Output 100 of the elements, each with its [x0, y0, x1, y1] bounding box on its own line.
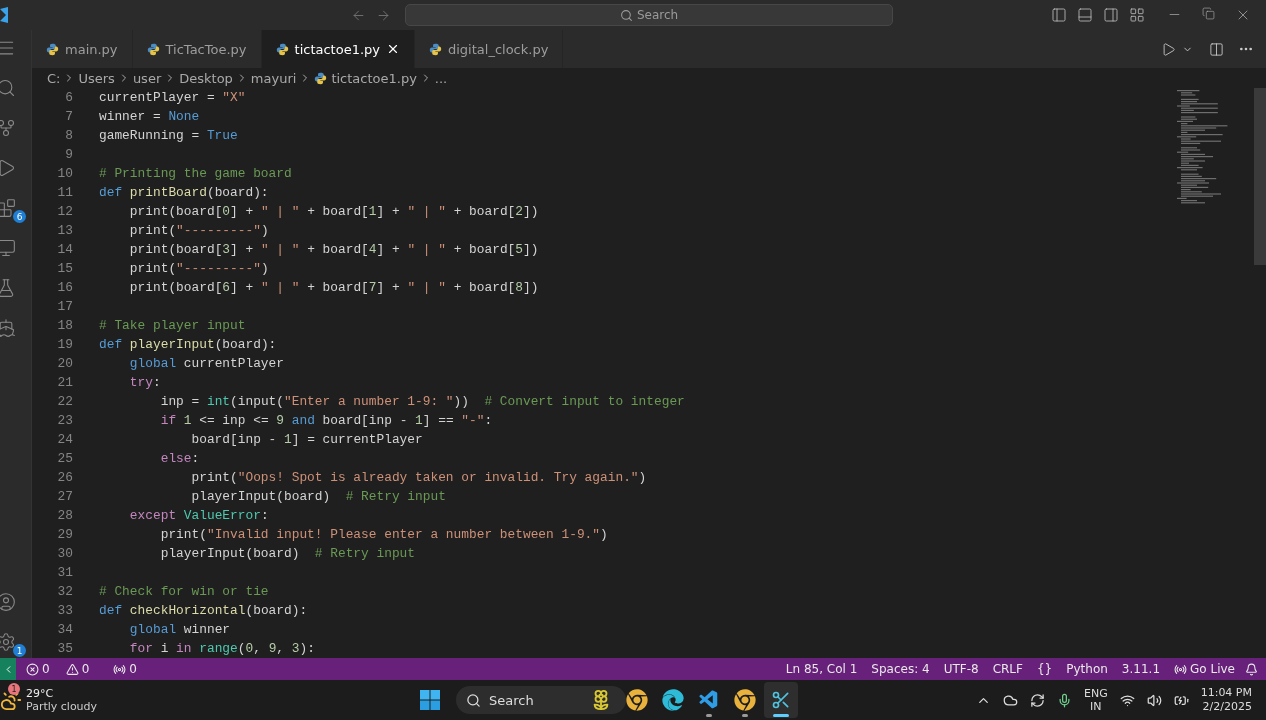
line-number: 31	[56, 565, 73, 580]
count-badge: 1	[8, 683, 20, 695]
line-number: 11	[56, 185, 73, 200]
line-number: 23	[56, 413, 73, 428]
status-item[interactable]: 0	[109, 662, 141, 676]
bell-icon[interactable]	[1245, 662, 1258, 676]
editor-tab[interactable]: tictactoe1.py	[261, 30, 415, 68]
code-line: global winner	[129, 622, 231, 637]
status-item[interactable]: 3.11.1	[1117, 662, 1165, 676]
status-item[interactable]: UTF-8	[939, 662, 983, 676]
line-number: 27	[56, 489, 73, 504]
cloud-icon[interactable]	[1002, 692, 1018, 708]
warning-icon	[65, 662, 79, 676]
code-line: inp = int(input("Enter a number 1-9: ")) # Convert input to integer	[160, 394, 685, 409]
ship-icon[interactable]	[0, 318, 16, 338]
breadcrumb-item[interactable]: tictactoe1.py	[314, 70, 417, 86]
line-number: 19	[56, 337, 73, 352]
chrome-icon[interactable]	[626, 689, 648, 711]
antenna-icon	[113, 662, 127, 676]
play-icon[interactable]	[0, 158, 16, 178]
code-line: print("Oops! Spot is already taken or invalid. Try again.")	[191, 470, 647, 485]
line-number: 7	[64, 109, 73, 124]
code-line: print(board[6] + " | " + board[7] + " | " + board[8])	[129, 280, 539, 295]
code-line: print("---------")	[129, 223, 269, 238]
code-line: else:	[160, 451, 200, 466]
search-icon	[466, 692, 481, 708]
scissors-icon[interactable]	[771, 690, 791, 710]
line-number: 29	[56, 527, 73, 542]
windows-logo-icon[interactable]	[420, 690, 440, 710]
weather-condition: Partly cloudy	[26, 700, 98, 713]
close-icon[interactable]	[386, 42, 400, 56]
code-line: if 1 <= inp <= 9 and board[inp - 1] == "-":	[160, 413, 493, 428]
flask-icon[interactable]	[0, 278, 16, 298]
status-item[interactable]: Ln 85, Col 1	[781, 662, 862, 676]
count-badge: 1	[13, 644, 26, 657]
breadcrumb-item[interactable]: ...	[434, 70, 448, 86]
sidebar-toggle-icon[interactable]	[1051, 7, 1067, 23]
play-icon[interactable]	[1161, 41, 1176, 57]
breadcrumb-item[interactable]: user	[132, 70, 162, 86]
microphone-icon[interactable]	[1056, 692, 1072, 708]
blocks-icon[interactable]	[0, 198, 16, 218]
sync-icon[interactable]	[1029, 692, 1045, 708]
line-number: 8	[64, 128, 73, 143]
line-number: 30	[56, 546, 73, 561]
code-line: # Take player input	[99, 318, 246, 333]
clock-time[interactable]: 11:04 PM	[1200, 686, 1252, 700]
line-number: 16	[56, 280, 73, 295]
status-item[interactable]: CRLF	[988, 662, 1027, 676]
line-number: 14	[56, 242, 73, 257]
taskbar-search-field[interactable]: Search	[456, 686, 626, 714]
secondary-sidebar-toggle-icon[interactable]	[1103, 7, 1119, 23]
volume-icon[interactable]	[1146, 692, 1162, 708]
monitor-icon[interactable]	[0, 238, 16, 258]
edge-icon[interactable]	[662, 689, 684, 711]
status-item[interactable]: Spaces: 4	[867, 662, 934, 676]
python-file-icon	[146, 42, 160, 56]
line-number: 6	[64, 90, 73, 105]
code-line: print("Invalid input! Please enter a number between 1-9.")	[160, 527, 608, 542]
back-arrow-icon[interactable]	[351, 7, 366, 23]
line-number: 33	[56, 603, 73, 618]
account-icon[interactable]	[0, 592, 16, 612]
python-file-icon	[314, 71, 328, 85]
forward-arrow-icon[interactable]	[376, 7, 391, 23]
code-line: try:	[129, 375, 161, 390]
code-line: global currentPlayer	[129, 356, 284, 371]
status-item[interactable]: {}	[1032, 662, 1057, 676]
code-line: print(board[0] + " | " + board[1] + " | " + board[2])	[129, 204, 539, 219]
code-line: print(board[3] + " | " + board[4] + " | " + board[5])	[129, 242, 539, 257]
status-item[interactable]: Python	[1062, 662, 1112, 676]
search-icon[interactable]	[0, 78, 16, 98]
scrollbar-thumb[interactable]	[1254, 88, 1266, 265]
layout-icon[interactable]	[1129, 7, 1145, 23]
status-item[interactable]: 0	[22, 662, 54, 676]
restore-icon[interactable]	[1202, 7, 1215, 20]
split-editor-icon[interactable]	[1209, 41, 1224, 57]
search-field[interactable]: Search	[405, 4, 893, 26]
python-file-icon	[46, 42, 59, 56]
code-line: # Check for win or tie	[99, 584, 269, 599]
panel-toggle-icon[interactable]	[1077, 7, 1093, 23]
go-live-button[interactable]: Go Live	[1170, 662, 1239, 676]
vscode-icon[interactable]	[698, 689, 720, 711]
code-line: def checkHorizontal(board):	[99, 603, 308, 618]
chrome-icon[interactable]	[734, 689, 756, 711]
code-line: playerInput(board) # Retry input	[191, 489, 446, 504]
settings-icon[interactable]	[0, 632, 16, 652]
input-language[interactable]: ENG IN	[1083, 687, 1108, 713]
wifi-icon[interactable]	[1119, 692, 1135, 708]
code-line: winner = None	[99, 109, 200, 124]
breadcrumb-item[interactable]: mayuri	[250, 70, 297, 86]
breadcrumb-item[interactable]: Users	[78, 70, 115, 86]
count-badge: 6	[13, 210, 26, 223]
breadcrumb-item[interactable]: Desktop	[179, 70, 233, 86]
breadcrumb-item[interactable]: C:	[47, 70, 61, 86]
code-line: board[inp - 1] = currentPlayer	[191, 432, 423, 447]
code-line: def printBoard(board):	[99, 185, 269, 200]
status-item[interactable]: 0	[61, 662, 94, 676]
clock-date[interactable]: 2/2/2025	[1202, 700, 1252, 714]
branch-icon[interactable]	[0, 118, 16, 138]
line-number: 24	[56, 432, 73, 447]
code-line: for i in range(0, 9, 3):	[129, 641, 315, 656]
